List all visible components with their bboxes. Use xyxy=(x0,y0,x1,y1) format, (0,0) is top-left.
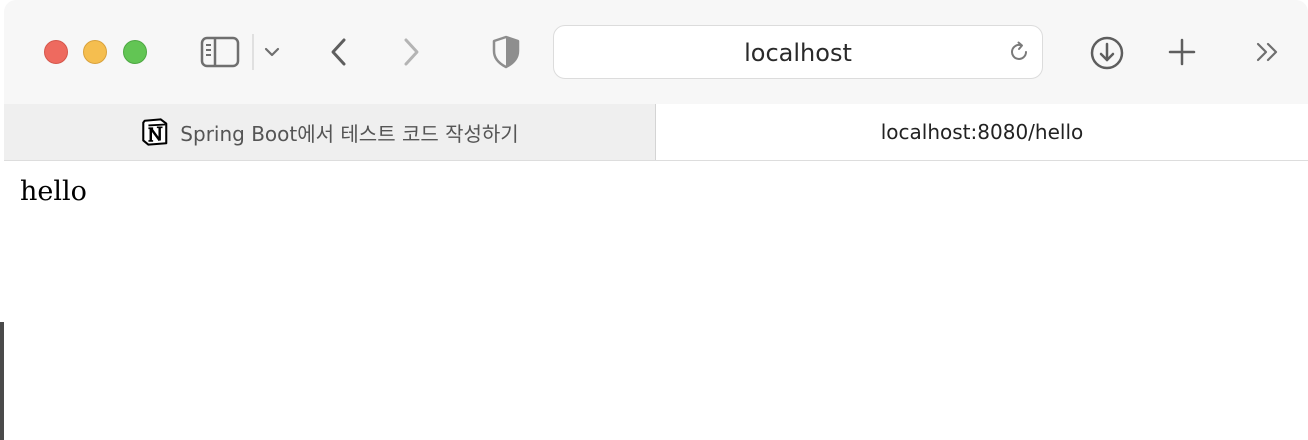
sidebar-icon[interactable] xyxy=(198,34,242,70)
reload-icon[interactable] xyxy=(1006,39,1032,65)
browser-window: localhost Spring Boot에서 테스트 코드 작성하기 loca… xyxy=(0,0,1308,440)
address-text[interactable]: localhost xyxy=(554,39,1042,67)
minimize-window-button[interactable] xyxy=(83,40,107,64)
window-edge xyxy=(0,322,4,440)
privacy-shield-icon[interactable] xyxy=(488,34,524,70)
back-icon[interactable] xyxy=(324,34,354,70)
toolbar-divider xyxy=(252,34,254,70)
new-tab-icon[interactable] xyxy=(1164,34,1200,70)
zoom-window-button[interactable] xyxy=(123,40,147,64)
browser-toolbar: localhost xyxy=(4,0,1308,104)
page-body-text: hello xyxy=(20,176,87,207)
tab-strip: Spring Boot에서 테스트 코드 작성하기 localhost:8080… xyxy=(4,104,1308,161)
address-bar[interactable]: localhost xyxy=(553,25,1043,79)
tab-localhost-hello[interactable]: localhost:8080/hello xyxy=(656,104,1308,160)
notion-icon xyxy=(142,118,168,146)
forward-icon[interactable] xyxy=(396,34,426,70)
download-icon[interactable] xyxy=(1088,34,1126,72)
more-chevrons-icon[interactable] xyxy=(1250,38,1286,66)
tab-spring-boot[interactable]: Spring Boot에서 테스트 코드 작성하기 xyxy=(4,104,656,160)
close-window-button[interactable] xyxy=(44,40,68,64)
chevron-down-icon[interactable] xyxy=(260,40,284,64)
tab-label: localhost:8080/hello xyxy=(880,120,1084,144)
tab-label: Spring Boot에서 테스트 코드 작성하기 xyxy=(180,121,519,146)
